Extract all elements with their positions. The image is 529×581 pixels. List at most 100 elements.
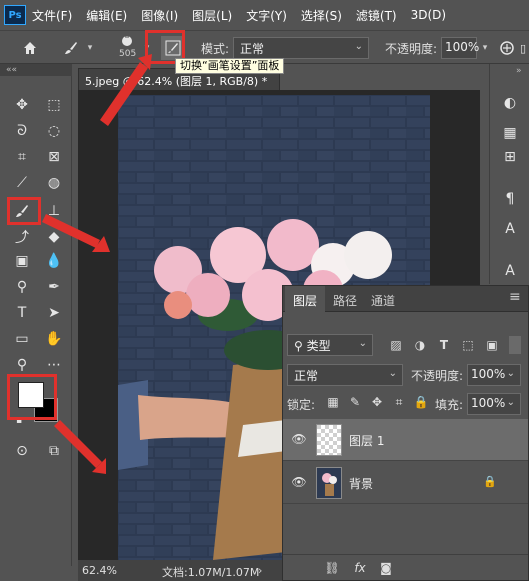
type-tool-icon[interactable]: T [10,302,34,324]
document-size: 文档:1.07M/1.07M [162,566,260,579]
move-tool-icon[interactable]: ✥ [10,94,34,116]
collapse-icon[interactable]: » [516,66,522,76]
menu-type[interactable]: 文字(Y) [246,7,287,24]
menu-layer[interactable]: 图层(L) [192,7,232,24]
filter-smart-object-icon[interactable]: ▣ [483,336,501,354]
brush-size-value: 505 [119,49,137,59]
layer-filter-select[interactable]: ⚲ 类型 ⌄ [287,334,373,356]
pen-tool-icon[interactable]: ✒ [42,276,66,298]
panel-tabs: 图层 路径 通道 ≡ [283,286,528,312]
path-selection-tool-icon[interactable]: ➤ [42,302,66,324]
paragraph-panel-icon[interactable]: ¶ [499,188,521,210]
filter-adjustment-icon[interactable]: ◑ [411,336,429,354]
layer-name[interactable]: 背景 [349,475,373,492]
lock-label: 锁定: [287,398,316,412]
zoom-tool-icon[interactable]: ⚲ [10,354,34,376]
lock-pixels-icon[interactable]: ✎ [347,394,363,410]
menu-image[interactable]: 图像(I) [141,7,178,24]
highlight-brush-tool [7,197,41,225]
spot-healing-tool-icon[interactable]: ◍ [42,172,66,194]
opacity-input[interactable]: 100% [441,37,480,59]
marquee-tool-icon[interactable]: ⬚ [42,94,66,116]
fill-input[interactable]: 100% ⌄ [467,393,521,415]
gradient-tool-icon[interactable]: ▣ [10,250,34,272]
layer-blend-mode-select[interactable]: 正常 ⌄ [287,364,403,386]
brush-tool-preset-icon[interactable] [60,37,82,59]
layer-row[interactable]: 👁 背景 🔒 [283,462,528,504]
crop-tool-icon[interactable]: ⌗ [10,146,34,168]
photoshop-logo: Ps [4,5,26,25]
menu-select[interactable]: 选择(S) [301,7,342,24]
tablet-icon[interactable]: ▯ [518,40,528,56]
visibility-eye-icon[interactable]: 👁 [291,475,307,489]
layer-opacity-value: 100% [471,367,506,381]
rectangle-tool-icon[interactable]: ▭ [10,328,34,350]
lock-position-icon[interactable]: ✥ [369,394,385,410]
layer-row[interactable]: 👁 图层 1 [283,419,528,461]
menu-edit[interactable]: 编辑(E) [86,7,127,24]
layer-thumbnail [316,424,342,456]
lock-transparent-icon[interactable]: ▦ [325,394,341,410]
layer-blend-mode-value: 正常 [294,369,319,383]
swatches-panel-icon[interactable]: ▦ [499,122,521,144]
layer-name[interactable]: 图层 1 [349,432,384,449]
glyphs-panel-icon[interactable]: A [499,260,521,282]
home-icon[interactable] [18,37,42,59]
quick-mask-icon[interactable]: ⊙ [10,440,34,462]
right-panel-strip: » ◐ ▦ ⊞ ¶ A A [489,64,529,284]
menu-filter[interactable]: 滤镜(T) [356,7,397,24]
clone-stamp-tool-icon[interactable]: ⊥ [42,200,66,222]
chevron-down-icon: ⌄ [388,368,397,379]
layers-panel-footer: ⛓ fx ◙ [283,554,528,580]
filter-toggle[interactable] [509,336,521,354]
chevron-right-icon[interactable]: › [258,564,262,577]
eraser-tool-icon[interactable]: ◆ [42,226,66,248]
color-panel-icon[interactable]: ◐ [499,92,521,114]
hand-tool-icon[interactable]: ✋ [42,328,66,350]
toolbar-collapse[interactable]: «« [0,64,72,76]
mode-label: 模式: [201,42,230,56]
eyedropper-tool-icon[interactable]: ⟋ [10,172,34,194]
fx-icon[interactable]: fx [351,559,369,577]
opacity-label: 不透明度: [385,42,438,56]
layer-opacity-label: 不透明度: [411,369,464,383]
layer-thumbnail [316,467,342,499]
tab-layers[interactable]: 图层 [285,286,326,312]
brush-size-preview-icon[interactable] [112,33,142,49]
lasso-tool-icon[interactable]: ᘐ [10,120,34,142]
layer-filter-value: 类型 [306,339,331,353]
more-tools-icon[interactable]: ⋯ [42,354,66,376]
visibility-eye-icon[interactable]: 👁 [291,432,307,446]
filter-pixel-icon[interactable]: ▨ [387,336,405,354]
fill-label: 填充: [435,398,464,412]
lock-all-icon[interactable]: 🔒 [413,394,429,410]
filter-shape-icon[interactable]: ⬚ [459,336,477,354]
chevron-down-icon[interactable]: ▾ [479,39,491,57]
blend-mode-select[interactable]: 正常 ⌄ [233,37,369,59]
blur-tool-icon[interactable]: 💧 [42,250,66,272]
frame-tool-icon[interactable]: ⊠ [42,146,66,168]
tab-channels[interactable]: 通道 [363,286,403,312]
screen-mode-icon[interactable]: ⧉ [42,440,66,462]
menu-bar: Ps 文件(F) 编辑(E) 图像(I) 图层(L) 文字(Y) 选择(S) 滤… [0,0,529,30]
menu-3d[interactable]: 3D(D) [411,8,446,22]
layer-opacity-input[interactable]: 100% ⌄ [467,364,521,386]
lock-artboard-icon[interactable]: ⌗ [391,394,407,410]
opacity-value: 100% [445,40,480,54]
mask-icon[interactable]: ◙ [377,559,395,577]
tab-paths[interactable]: 路径 [325,286,365,312]
quick-selection-tool-icon[interactable]: ◌ [42,120,66,142]
lock-icon: 🔒 [483,475,497,488]
chevron-down-icon[interactable]: ▾ [84,39,96,57]
filter-type-icon[interactable]: T [435,336,453,354]
tools-panel: ✥ ⬚ ᘐ ◌ ⌗ ⊠ ⟋ ◍ ⊥ ⤴ ◆ ▣ 💧 ⚲ ✒ T ➤ ▭ ✋ ⚲ … [0,76,72,566]
zoom-level[interactable]: 62.4% [82,564,117,577]
dodge-tool-icon[interactable]: ⚲ [10,276,34,298]
history-brush-tool-icon[interactable]: ⤴ [10,226,34,248]
menu-file[interactable]: 文件(F) [32,7,72,24]
grid-panel-icon[interactable]: ⊞ [499,146,521,168]
pressure-opacity-icon[interactable] [496,37,518,59]
link-icon[interactable]: ⛓ [323,559,341,577]
character-panel-icon[interactable]: A [499,218,521,240]
panel-menu-icon[interactable]: ≡ [505,286,525,312]
